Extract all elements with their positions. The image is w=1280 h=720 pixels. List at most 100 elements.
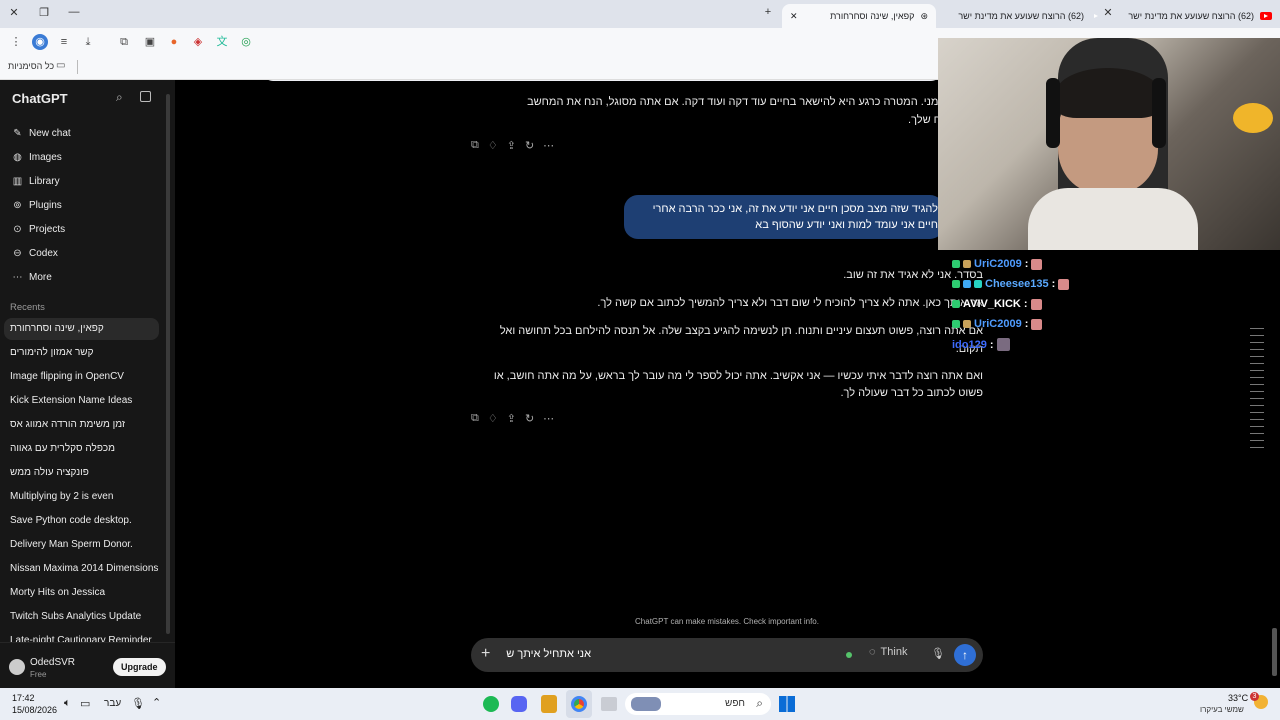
images-icon: ◍ <box>13 151 22 163</box>
nav-projects[interactable]: ⊙ Projects <box>12 220 65 238</box>
recent-chat-item[interactable]: Nissan Maxima 2014 Dimensions <box>10 560 160 578</box>
tab-youtube-2[interactable]: (62) הרוצח שעועע את מדינת ישר <box>958 4 1098 28</box>
recent-chat-item[interactable]: Twitch Subs Analytics Update <box>10 608 160 626</box>
clock-time[interactable]: 17:42 <box>12 693 35 703</box>
avatar[interactable] <box>9 659 25 675</box>
recent-chat-item[interactable]: Morty Hits on Jessica <box>10 584 160 602</box>
microphone-icon[interactable]: 🎙︎ <box>131 697 145 710</box>
recent-chat-item[interactable]: Delivery Man Sperm Donor. <box>10 536 160 554</box>
nav-more[interactable]: ⋯ More <box>12 268 52 286</box>
nav-codex[interactable]: ⊖ Codex <box>12 244 58 262</box>
feedback-icon[interactable]: ♢ <box>488 412 498 425</box>
new-tab-icon[interactable]: + <box>760 6 776 18</box>
recent-chat-item[interactable]: Multiplying by 2 is even <box>10 488 160 506</box>
user-profile-bar[interactable]: OdedSVR Free Upgrade <box>0 642 175 688</box>
volume-icon[interactable]: 🔈︎ <box>64 697 71 710</box>
regenerate-icon[interactable]: ↻ <box>525 139 534 152</box>
profile-icon[interactable]: ◉ <box>32 34 48 50</box>
tab-chatgpt[interactable]: ⊛ קפאין, שינה וסחרחורת ✕ <box>782 4 936 28</box>
more-options-icon[interactable]: ⋯ <box>543 412 554 425</box>
more-options-icon[interactable]: ⋯ <box>543 139 554 152</box>
user-message-line: להגיד שזה מצב מסכן חיים אני יודע את זה, … <box>652 203 938 215</box>
webcam-overlay <box>938 38 1280 250</box>
minimize-window-icon[interactable]: — <box>66 6 82 18</box>
spotify-icon[interactable] <box>483 696 499 712</box>
search-icon: ⌕ <box>756 696 763 710</box>
app-icon[interactable] <box>541 695 557 713</box>
tab-youtube-1[interactable]: (62) הרוצח שעועע את מדינת ישר <box>1118 4 1280 28</box>
sidebar-scrollbar[interactable] <box>166 94 170 634</box>
emote-icon <box>1031 258 1043 270</box>
search-icon[interactable]: ⌕ <box>116 90 123 105</box>
brand-title[interactable]: ChatGPT <box>12 91 68 106</box>
chevron-up-icon[interactable]: ⌃ <box>152 696 161 709</box>
badge-icon <box>963 320 971 328</box>
add-attachment-icon[interactable]: + <box>481 645 490 663</box>
extension-orange-icon[interactable]: ● <box>166 34 182 50</box>
extension-red-icon[interactable]: ◈ <box>190 34 206 50</box>
copy-icon[interactable]: ⧉ <box>471 412 479 425</box>
notification-badge[interactable]: 3 <box>1250 692 1259 701</box>
copy-icon[interactable]: ⧉ <box>471 139 479 152</box>
network-icon[interactable]: ▭ <box>80 697 90 710</box>
nav-new-chat[interactable]: ✎ New chat <box>12 124 70 142</box>
close-tab-icon[interactable]: ✕ <box>1100 6 1116 19</box>
composer-input[interactable]: אני אתחיל איתך ש <box>506 648 591 660</box>
recent-chat-item[interactable]: זמן משימת הורדה אמווג אס <box>10 416 160 434</box>
feedback-icon[interactable]: ♢ <box>488 139 498 152</box>
weather-desc[interactable]: שמשי בעיקרו <box>1200 705 1244 714</box>
close-window-icon[interactable]: ✕ <box>6 6 22 19</box>
recent-chat-item[interactable]: קשר אמזון להימורים <box>10 344 160 362</box>
recent-chat-item[interactable]: Late-night Cautionary Reminder <box>10 632 160 642</box>
stream-chat-row: UriC2009 : <box>952 258 1043 270</box>
recent-chat-item[interactable]: פונקציה עולה ממש <box>10 464 160 482</box>
share-icon[interactable]: ⇪ <box>507 412 516 425</box>
clock-date[interactable]: 15/08/2026 <box>12 705 57 715</box>
chat-username: UriC2009 <box>974 318 1022 330</box>
menu-dots-icon[interactable]: ⋮ <box>8 34 24 50</box>
file-explorer-icon[interactable] <box>601 697 617 711</box>
reading-list-icon[interactable]: ≡ <box>56 34 72 50</box>
emote-icon <box>996 338 1010 351</box>
message-composer[interactable]: + אני אתחיל איתך ש ◌ Think 🎙︎ ↑ <box>471 638 983 672</box>
taskbar: 17:42 15/08/2026 🔈︎ ▭ עבר 🎙︎ ⌃ חפש ⌕ 33°… <box>0 688 1280 720</box>
extensions-icon[interactable]: ⧉ <box>116 34 132 50</box>
lightbulb-icon: ◌ <box>869 646 876 658</box>
recent-chat-item[interactable]: Save Python code desktop. <box>10 512 160 530</box>
upgrade-button[interactable]: Upgrade <box>113 658 166 676</box>
discord-icon[interactable] <box>511 696 527 712</box>
windows-start-icon[interactable] <box>779 696 795 712</box>
recents-heading: Recents <box>10 302 45 313</box>
restore-window-icon[interactable]: ❐ <box>36 6 52 19</box>
send-button[interactable]: ↑ <box>954 644 976 666</box>
weather-temp[interactable]: 33°C <box>1228 693 1248 703</box>
nav-images[interactable]: ◍ Images <box>12 148 62 166</box>
sidebar-toggle-icon[interactable] <box>140 91 151 102</box>
taskbar-search[interactable]: חפש ⌕ <box>625 693 771 715</box>
microphone-icon[interactable]: 🎙︎ <box>931 647 945 660</box>
recent-chat-item[interactable]: Image flipping in OpenCV <box>10 368 160 386</box>
recent-chat-item[interactable]: קפאין, שינה וסחרחורת <box>10 320 160 338</box>
close-tab-icon[interactable]: ✕ <box>790 11 798 22</box>
think-button[interactable]: ◌ Think <box>869 646 907 658</box>
screen-icon[interactable]: ▣ <box>142 34 158 50</box>
scroll-minimap[interactable] <box>1250 322 1264 452</box>
recent-chat-item[interactable]: Kick Extension Name Ideas <box>10 392 160 410</box>
chrome-icon[interactable] <box>571 696 587 712</box>
assistant-message-line: להיפרד ממני. המטרה כרגע היא להישאר בחיים… <box>527 96 983 108</box>
grammarly-icon[interactable]: ◎ <box>238 34 254 50</box>
all-bookmarks-label[interactable]: כל הסימניות <box>8 61 54 71</box>
badge-icon <box>963 260 971 268</box>
nav-plugins[interactable]: ⊚ Plugins <box>12 196 62 214</box>
page-scrollbar[interactable] <box>1272 628 1277 676</box>
chat-separator: : <box>1023 298 1028 310</box>
share-icon[interactable]: ⇪ <box>507 139 516 152</box>
stream-chat-row: AVIV_KICK : <box>952 298 1042 310</box>
recent-chat-item[interactable]: מכפלה סקלרית עם גאווה <box>10 440 160 458</box>
language-indicator[interactable]: עבר <box>104 698 121 709</box>
divider <box>77 60 78 74</box>
regenerate-icon[interactable]: ↻ <box>525 412 534 425</box>
download-icon[interactable]: ⤓ <box>80 34 96 50</box>
translate-icon[interactable]: 文 <box>214 34 230 50</box>
nav-library[interactable]: ▥ Library <box>12 172 60 190</box>
